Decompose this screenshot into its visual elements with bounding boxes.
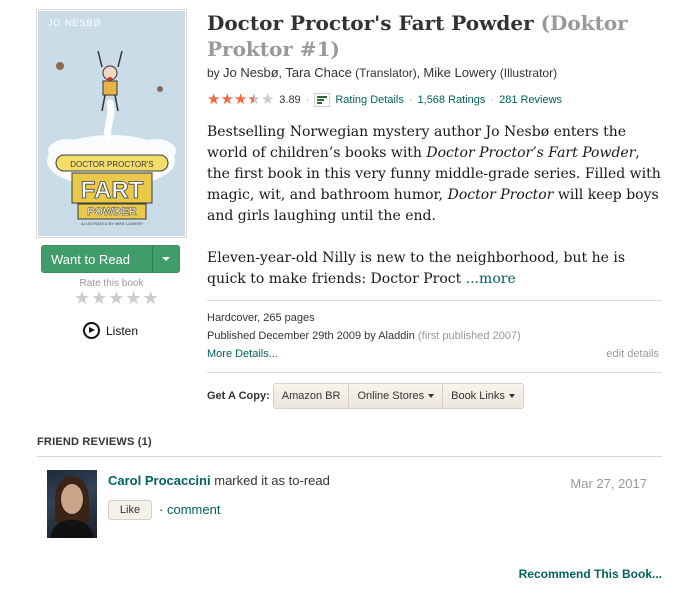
format-text: Hardcover, 265 pages — [207, 312, 315, 324]
dot-separator: · — [305, 93, 310, 106]
book-details: Hardcover, 265 pages Published December … — [207, 309, 659, 363]
avatar[interactable] — [47, 470, 97, 538]
rate-star-3[interactable]: ★ — [108, 290, 124, 308]
reviewer-name-link[interactable]: Carol Procaccini — [108, 473, 211, 488]
cover-logo-line3: POWDER — [87, 206, 137, 218]
author-link[interactable]: Mike Lowery — [423, 65, 496, 80]
want-to-read-button[interactable]: Want to Read — [41, 245, 180, 273]
chevron-down-icon — [508, 394, 515, 398]
star-full-icon: ★ — [220, 90, 234, 108]
by-label: by — [207, 66, 220, 80]
book-cover-image[interactable]: JO NESBØ DOCTOR PROCTOR'S FART POWDER IL… — [38, 11, 185, 236]
author-role: (Translator) — [355, 66, 417, 80]
dot-separator: · — [408, 93, 413, 106]
like-button[interactable]: Like — [108, 500, 152, 520]
ratings-row: ★ ★ ★ ★ ★ 3.89 · Rating Details · 1,568 … — [207, 92, 562, 107]
recommend-book-link[interactable]: Recommend This Book... — [519, 567, 662, 581]
book-title-text: Doctor Proctor's Fart Powder — [207, 11, 534, 35]
book-authors: by Jo Nesbø, Tara Chace (Translator), Mi… — [207, 65, 557, 80]
star-half-icon: ★ — [247, 90, 261, 108]
store-button-group: Amazon BR Online Stores Book Links — [272, 383, 524, 409]
rating-details-chart-icon[interactable] — [314, 92, 331, 107]
cover-logo-small: ILLUSTRATED BY MIKE LOWERY — [81, 221, 144, 226]
review-action-text: marked it as to-read — [214, 473, 330, 488]
chevron-down-icon — [162, 257, 170, 261]
comment-area: · comment — [159, 502, 220, 517]
shelf-dropdown-button[interactable] — [153, 245, 179, 273]
review-date[interactable]: Mar 27, 2017 — [570, 476, 647, 491]
author-role: (Illustrator) — [499, 66, 558, 80]
average-rating-stars: ★ ★ ★ ★ ★ — [207, 92, 274, 107]
friend-review-line: Carol Procaccini marked it as to-read — [108, 473, 330, 488]
star-full-icon: ★ — [207, 90, 221, 108]
cover-logo-line2: FART — [81, 177, 144, 204]
cover-author-text: JO NESBØ — [48, 18, 102, 28]
chevron-down-icon — [428, 394, 435, 398]
book-description: Bestselling Norwegian mystery author Jo … — [207, 122, 667, 311]
average-rating-value: 3.89 — [279, 93, 301, 106]
online-stores-button[interactable]: Online Stores — [349, 384, 444, 408]
friend-reviews-header: FRIEND REVIEWS (1) — [37, 436, 152, 448]
rate-star-2[interactable]: ★ — [91, 290, 107, 308]
published-line: Published December 29th 2009 by Aladdin … — [207, 327, 659, 345]
cover-title-logo: DOCTOR PROCTOR'S FART POWDER ILLUSTRATED… — [50, 153, 174, 227]
want-to-read-label[interactable]: Want to Read — [42, 252, 152, 267]
rating-details-link[interactable]: Rating Details — [335, 94, 403, 106]
author-link[interactable]: Tara Chace — [285, 65, 351, 80]
details-divider-bottom — [207, 372, 662, 373]
description-paragraph-2: Eleven-year-old Nilly is new to the neig… — [207, 250, 626, 287]
play-icon — [83, 322, 100, 339]
description-paragraph-1: Bestselling Norwegian mystery author Jo … — [207, 124, 661, 224]
listen-label[interactable]: Listen — [106, 324, 138, 338]
star-full-icon: ★ — [233, 90, 248, 108]
reviews-count-link[interactable]: 281 Reviews — [499, 94, 562, 106]
rate-star-5[interactable]: ★ — [143, 290, 159, 308]
rate-star-1[interactable]: ★ — [74, 290, 90, 308]
user-rating-stars[interactable]: ★ ★ ★ ★ ★ — [74, 290, 159, 308]
cover-logo-line1: DOCTOR PROCTOR'S — [70, 160, 153, 169]
star-empty-icon: ★ — [260, 90, 275, 108]
first-published-text: (first published 2007) — [417, 330, 521, 342]
more-details-link[interactable]: More Details... — [207, 345, 659, 363]
dot-separator: · — [490, 93, 495, 106]
ratings-count-link[interactable]: 1,568 Ratings — [418, 94, 486, 106]
dot-separator: · — [159, 502, 164, 517]
comment-link[interactable]: comment — [167, 502, 220, 517]
more-description-link[interactable]: ...more — [466, 271, 516, 287]
author-link[interactable]: Jo Nesbø — [223, 65, 279, 80]
amazon-br-button[interactable]: Amazon BR — [273, 384, 350, 408]
published-text: Published December 29th 2009 by Aladdin — [207, 330, 415, 342]
get-a-copy-row: Get A Copy: Amazon BR Online Stores Book… — [207, 383, 524, 409]
listen-button[interactable]: Listen — [83, 322, 138, 339]
edit-details-link[interactable]: edit details — [606, 345, 659, 363]
book-title: Doctor Proctor's Fart Powder (Doktor Pro… — [207, 10, 647, 62]
book-cover-frame[interactable]: JO NESBØ DOCTOR PROCTOR'S FART POWDER IL… — [36, 9, 187, 238]
friend-reviews-divider — [37, 456, 662, 457]
get-a-copy-label: Get A Copy: — [207, 390, 270, 402]
details-divider-top — [207, 300, 662, 301]
rate-star-4[interactable]: ★ — [125, 290, 141, 308]
book-links-button[interactable]: Book Links — [443, 384, 523, 408]
